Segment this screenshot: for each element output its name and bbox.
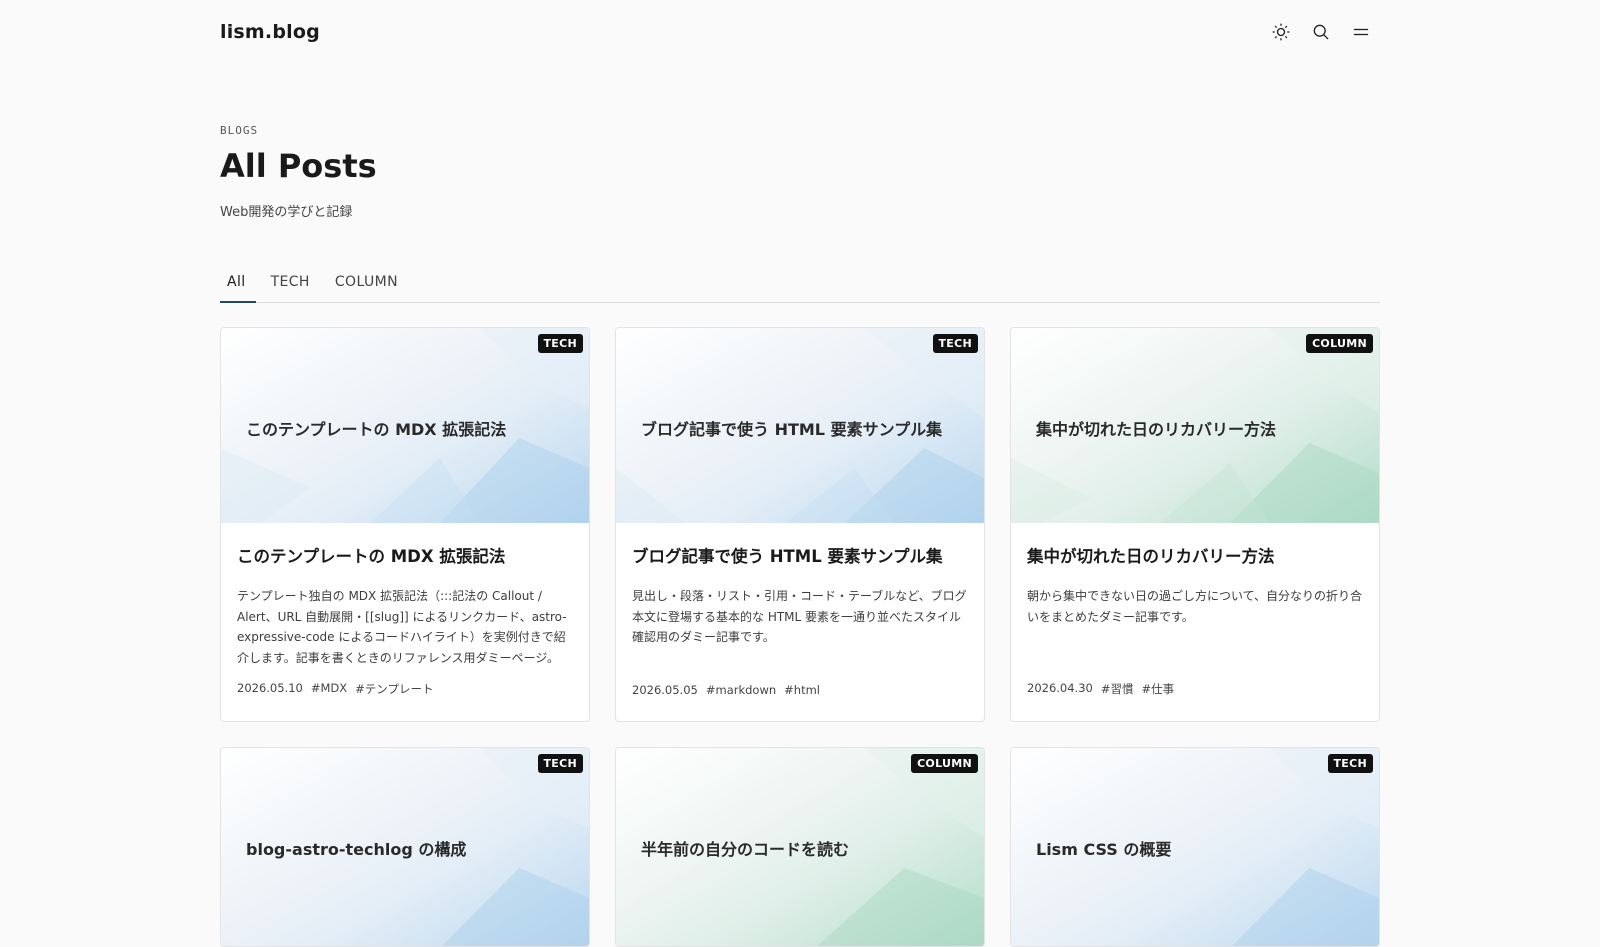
post-meta: 2026.04.30 #習慣 #仕事 bbox=[1027, 681, 1174, 697]
post-body: 集中が切れた日のリカバリー方法 朝から集中できない日の過ごし方について、自分なり… bbox=[1011, 523, 1379, 721]
page-eyebrow: BLOGS bbox=[220, 124, 259, 137]
category-badge: TECH bbox=[1327, 754, 1373, 773]
post-body: このテンプレートの MDX 拡張記法 テンプレート独自の MDX 拡張記法（::… bbox=[221, 523, 589, 721]
post-date: 2026.04.30 bbox=[1027, 681, 1093, 695]
thumbnail-title: ブログ記事で使う HTML 要素サンプル集 bbox=[641, 420, 943, 439]
menu-button[interactable] bbox=[1350, 21, 1372, 43]
post-tag[interactable]: #html bbox=[784, 683, 820, 697]
search-icon bbox=[1313, 24, 1329, 40]
post-grid: TECH このテンプレートの MDX 拡張記法 このテンプレートの MDX 拡張… bbox=[220, 327, 1380, 947]
site-header: lism.blog bbox=[220, 0, 1380, 64]
page-hero: BLOGS All Posts Web開発の学びと記録 bbox=[220, 124, 1380, 220]
category-badge: COLUMN bbox=[911, 754, 978, 773]
post-excerpt: テンプレート独自の MDX 拡張記法（:::記法の Callout / Aler… bbox=[237, 589, 567, 665]
post-card[interactable]: TECH Lism CSS の概要 bbox=[1010, 747, 1380, 947]
post-date: 2026.05.10 bbox=[237, 681, 303, 695]
header-actions bbox=[1270, 21, 1372, 43]
post-tag[interactable]: #markdown bbox=[706, 683, 776, 697]
tab-tech[interactable]: TECH bbox=[264, 268, 320, 302]
menu-icon bbox=[1353, 28, 1369, 36]
category-tabs: All TECH COLUMN bbox=[220, 268, 1380, 303]
site-logo[interactable]: lism.blog bbox=[220, 21, 320, 43]
thumbnail-title: このテンプレートの MDX 拡張記法 bbox=[246, 420, 507, 439]
post-tag[interactable]: #仕事 bbox=[1142, 681, 1175, 697]
tab-column[interactable]: COLUMN bbox=[328, 268, 408, 302]
category-badge: TECH bbox=[537, 754, 583, 773]
thumbnail-title: blog-astro-techlog の構成 bbox=[246, 840, 467, 859]
thumbnail-title: 集中が切れた日のリカバリー方法 bbox=[1036, 420, 1277, 439]
search-button[interactable] bbox=[1310, 21, 1332, 43]
post-tag[interactable]: #習慣 bbox=[1101, 681, 1134, 697]
post-thumbnail: COLUMN 半年前の自分のコードを読む bbox=[616, 748, 984, 946]
page-title: All Posts bbox=[220, 147, 377, 185]
post-card[interactable]: TECH blog-astro-techlog の構成 bbox=[220, 747, 590, 947]
post-date: 2026.05.05 bbox=[632, 683, 698, 697]
post-card[interactable]: COLUMN 集中が切れた日のリカバリー方法 集中が切れた日のリカバリー方法 朝… bbox=[1010, 327, 1380, 722]
post-title[interactable]: ブログ記事で使う HTML 要素サンプル集 bbox=[632, 543, 968, 567]
tab-all[interactable]: All bbox=[220, 268, 256, 303]
post-thumbnail: TECH blog-astro-techlog の構成 bbox=[221, 748, 589, 946]
thumbnail-title: Lism CSS の概要 bbox=[1036, 840, 1172, 859]
post-tag[interactable]: #テンプレート bbox=[355, 681, 433, 697]
post-body: ブログ記事で使う HTML 要素サンプル集 見出し・段落・リスト・引用・コード・… bbox=[616, 523, 984, 721]
post-thumbnail: TECH ブログ記事で使う HTML 要素サンプル集 bbox=[616, 328, 984, 523]
sun-icon bbox=[1272, 23, 1290, 41]
category-badge: COLUMN bbox=[1306, 334, 1373, 353]
post-thumbnail: TECH このテンプレートの MDX 拡張記法 bbox=[221, 328, 589, 523]
post-card[interactable]: COLUMN 半年前の自分のコードを読む bbox=[615, 747, 985, 947]
post-thumbnail: TECH Lism CSS の概要 bbox=[1011, 748, 1379, 946]
theme-toggle-button[interactable] bbox=[1270, 21, 1292, 43]
post-card[interactable]: TECH ブログ記事で使う HTML 要素サンプル集 ブログ記事で使う HTML… bbox=[615, 327, 985, 722]
post-title[interactable]: このテンプレートの MDX 拡張記法 bbox=[237, 543, 573, 567]
category-badge: TECH bbox=[537, 334, 583, 353]
post-meta: 2026.05.05 #markdown #html bbox=[632, 683, 820, 697]
post-tag[interactable]: #MDX bbox=[311, 681, 347, 697]
post-title[interactable]: 集中が切れた日のリカバリー方法 bbox=[1027, 543, 1363, 567]
post-excerpt: 見出し・段落・リスト・引用・コード・テーブルなど、ブログ本文に登場する基本的な … bbox=[632, 589, 967, 644]
post-meta: 2026.05.10 #MDX #テンプレート bbox=[237, 681, 433, 697]
post-excerpt: 朝から集中できない日の過ごし方について、自分なりの折り合いをまとめたダミー記事で… bbox=[1027, 589, 1363, 624]
thumbnail-title: 半年前の自分のコードを読む bbox=[641, 840, 850, 859]
page-subtitle: Web開発の学びと記録 bbox=[220, 205, 353, 220]
post-thumbnail: COLUMN 集中が切れた日のリカバリー方法 bbox=[1011, 328, 1379, 523]
post-card[interactable]: TECH このテンプレートの MDX 拡張記法 このテンプレートの MDX 拡張… bbox=[220, 327, 590, 722]
category-badge: TECH bbox=[932, 334, 978, 353]
